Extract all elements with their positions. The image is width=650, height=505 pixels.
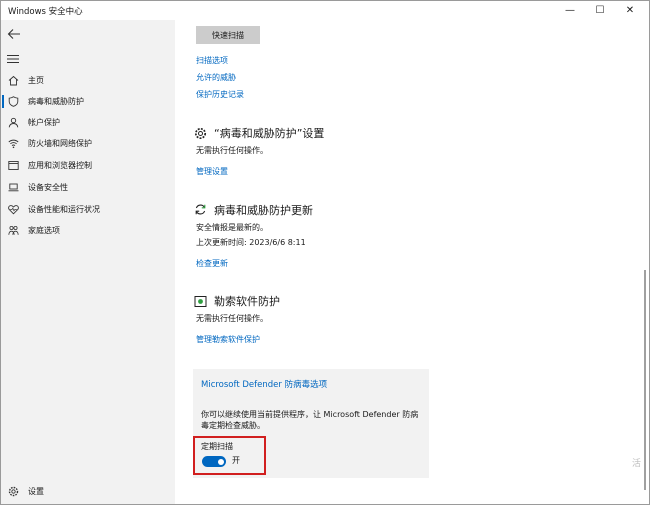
sidebar-item-label: 家庭选项 — [28, 226, 60, 235]
back-button[interactable] — [7, 25, 21, 39]
last-update-time: 上次更新时间: 2023/6/6 8:11 — [196, 238, 306, 247]
laptop-icon — [8, 183, 19, 192]
sidebar-item-family-options[interactable]: 家庭选项 — [1, 220, 175, 241]
app-browser-icon — [8, 161, 19, 170]
ransomware-status-text: 无需执行任何操作。 — [196, 314, 268, 323]
sidebar-item-label: 应用和浏览器控制 — [28, 161, 92, 170]
app-window: Windows 安全中心 — ☐ ✕ 主页 病毒和威胁防护 帐户保护 防火墙和网… — [0, 0, 650, 505]
scan-options-link[interactable]: 扫描选项 — [196, 55, 228, 66]
minimize-icon: — — [565, 5, 575, 16]
sidebar-item-account-protection[interactable]: 帐户保护 — [1, 112, 175, 133]
manage-ransomware-link[interactable]: 管理勒索软件保护 — [196, 334, 260, 345]
settings-gear-icon — [194, 127, 207, 140]
allowed-threats-link[interactable]: 允许的威胁 — [196, 72, 236, 83]
maximize-icon: ☐ — [595, 5, 605, 16]
sidebar-item-settings[interactable]: 设置 — [1, 481, 175, 502]
window-title: Windows 安全中心 — [8, 7, 83, 17]
settings-section-title: “病毒和威胁防护”设置 — [214, 127, 325, 140]
annotation-highlight-box — [193, 436, 266, 475]
heart-icon — [8, 205, 19, 215]
menu-button[interactable] — [7, 49, 19, 63]
check-updates-link[interactable]: 检查更新 — [196, 258, 228, 269]
ransomware-icon — [194, 296, 207, 307]
scrollbar[interactable] — [641, 20, 649, 504]
scrollbar-thumb[interactable] — [644, 270, 646, 490]
sidebar-item-device-health[interactable]: 设备性能和运行状况 — [1, 199, 175, 220]
sidebar-item-firewall[interactable]: 防火墙和网络保护 — [1, 133, 175, 154]
sidebar-item-label: 防火墙和网络保护 — [28, 139, 92, 148]
updates-status-text: 安全情报是最新的。 — [196, 223, 268, 232]
close-button[interactable]: ✕ — [615, 1, 645, 20]
refresh-icon — [195, 204, 206, 215]
wifi-icon — [8, 139, 19, 149]
sidebar-item-label: 主页 — [28, 76, 44, 85]
close-icon: ✕ — [625, 5, 635, 16]
gear-icon — [8, 486, 19, 497]
main-content: 快速扫描 扫描选项 允许的威胁 保护历史记录 “病毒和威胁防护”设置 无需执行任… — [175, 20, 640, 504]
shield-icon — [8, 96, 19, 107]
defender-options-description: 你可以继续使用当前提供程序，让 Microsoft Defender 防病毒定期… — [201, 410, 419, 430]
settings-status-text: 无需执行任何操作。 — [196, 146, 268, 155]
ransomware-section-title: 勒索软件防护 — [214, 295, 280, 308]
defender-options-title[interactable]: Microsoft Defender 防病毒选项 — [201, 378, 327, 390]
person-icon — [8, 117, 19, 128]
sidebar-item-label: 病毒和威胁防护 — [28, 97, 84, 106]
sidebar-item-home[interactable]: 主页 — [1, 70, 175, 91]
minimize-button[interactable]: — — [555, 1, 585, 20]
back-arrow-icon — [7, 29, 20, 39]
maximize-button[interactable]: ☐ — [585, 1, 615, 20]
title-bar: Windows 安全中心 — ☐ ✕ — [1, 1, 649, 20]
sidebar-item-label: 设置 — [28, 487, 44, 496]
quick-scan-button[interactable]: 快速扫描 — [196, 26, 260, 44]
manage-settings-link[interactable]: 管理设置 — [196, 166, 228, 177]
sidebar-item-label: 帐户保护 — [28, 118, 60, 127]
sidebar-item-virus-protection[interactable]: 病毒和威胁防护 — [1, 91, 175, 112]
home-icon — [8, 75, 19, 86]
sidebar-item-device-security[interactable]: 设备安全性 — [1, 177, 175, 198]
updates-section-title: 病毒和威胁防护更新 — [214, 204, 313, 217]
watermark-text: 活 — [632, 459, 642, 469]
sidebar-item-label: 设备安全性 — [28, 183, 68, 192]
sidebar-item-label: 设备性能和运行状况 — [28, 205, 100, 214]
family-icon — [8, 225, 19, 235]
sidebar: 主页 病毒和威胁防护 帐户保护 防火墙和网络保护 应用和浏览器控制 设备安全性 … — [1, 20, 175, 504]
protection-history-link[interactable]: 保护历史记录 — [196, 89, 244, 100]
sidebar-item-app-browser[interactable]: 应用和浏览器控制 — [1, 155, 175, 176]
hamburger-icon — [7, 55, 19, 63]
